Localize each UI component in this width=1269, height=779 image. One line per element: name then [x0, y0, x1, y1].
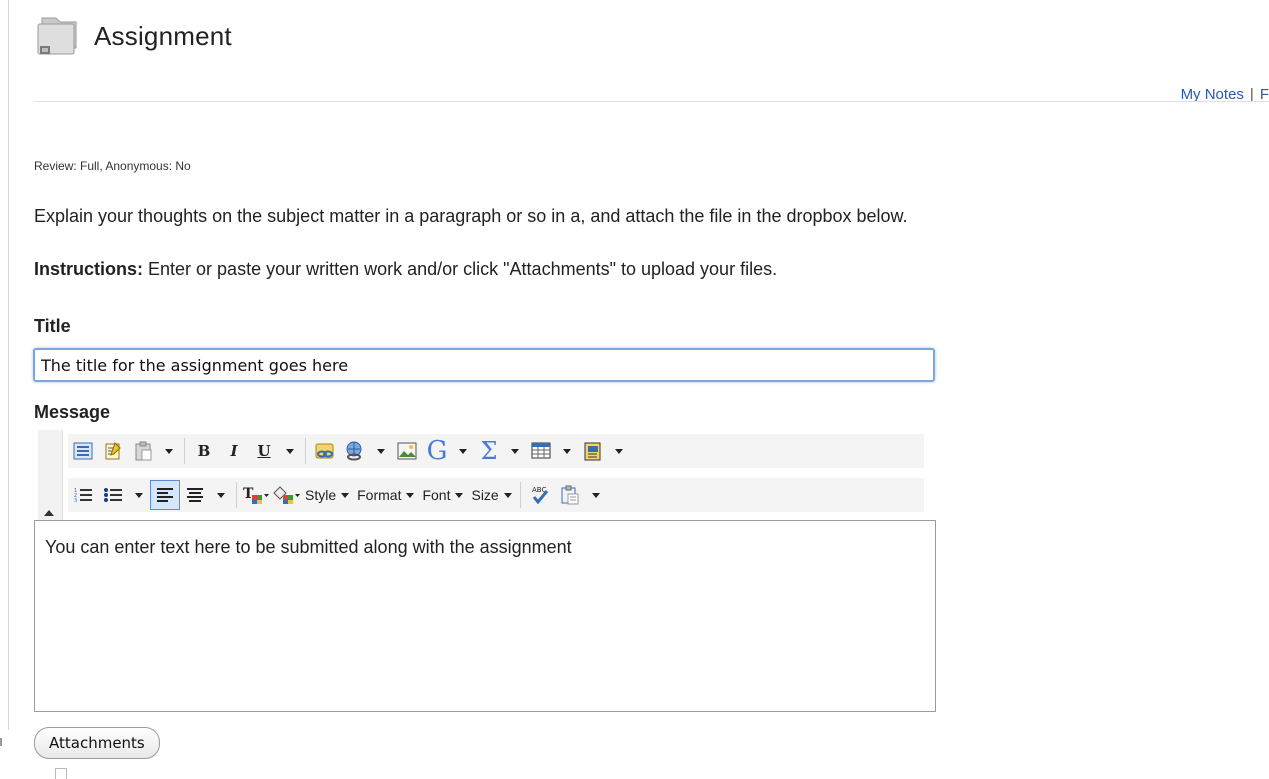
- table-icon[interactable]: [526, 436, 556, 466]
- paste-word-icon[interactable]: [555, 480, 585, 510]
- toolbar-separator: [236, 482, 237, 508]
- underline-button[interactable]: U: [249, 436, 279, 466]
- more-dropdown[interactable]: [585, 480, 607, 510]
- instructions-text: Enter or paste your written work and/or …: [143, 259, 778, 279]
- bold-button[interactable]: B: [189, 436, 219, 466]
- numbered-list-icon[interactable]: 123: [68, 480, 98, 510]
- text-style-dropdown[interactable]: [279, 436, 301, 466]
- toolbar-separator: [519, 482, 521, 508]
- assignment-description: Explain your thoughts on the subject mat…: [34, 206, 908, 226]
- format-label: Format: [357, 487, 402, 503]
- header-divider: [34, 101, 1269, 102]
- left-border: [8, 0, 9, 730]
- format-dropdown[interactable]: Format: [353, 480, 418, 510]
- assignment-instructions: Instructions: Enter or paste your writte…: [34, 259, 777, 280]
- size-label: Size: [471, 487, 499, 503]
- spellcheck-icon[interactable]: ABC: [525, 480, 555, 510]
- toolbar-row-2: 123 T Style Format Font Size ABC: [68, 478, 924, 512]
- message-editor-body[interactable]: You can enter text here to be submitted …: [34, 520, 936, 712]
- link-dropdown[interactable]: [370, 436, 392, 466]
- google-dropdown[interactable]: [452, 436, 474, 466]
- bottom-file-icon: [55, 768, 67, 779]
- italic-button[interactable]: I: [219, 436, 249, 466]
- bullet-list-icon[interactable]: [98, 480, 128, 510]
- toolbar-separator: [305, 438, 306, 464]
- collapse-arrow-icon: [44, 510, 54, 516]
- page-header: Assignment: [34, 12, 232, 60]
- style-label: Style: [305, 487, 337, 503]
- attachments-button[interactable]: Attachments: [34, 727, 160, 759]
- toolbar-separator: [184, 438, 185, 464]
- page-title: Assignment: [94, 20, 232, 51]
- style-dropdown[interactable]: Style: [301, 480, 353, 510]
- instructions-label: Instructions:: [34, 259, 144, 279]
- review-info: Review: Full, Anonymous: No: [34, 159, 191, 173]
- title-input[interactable]: [33, 348, 935, 382]
- web-link-icon[interactable]: [340, 436, 370, 466]
- message-label: Message: [34, 402, 111, 422]
- google-icon[interactable]: G: [422, 436, 452, 466]
- font-label: Font: [422, 487, 451, 503]
- template-icon[interactable]: [578, 436, 608, 466]
- left-scroll-stub: [0, 738, 8, 746]
- link-icon[interactable]: [310, 436, 340, 466]
- table-dropdown[interactable]: [556, 436, 578, 466]
- background-color-icon[interactable]: [271, 480, 301, 510]
- paste-text-icon[interactable]: [98, 436, 128, 466]
- folder-icon: [34, 12, 82, 60]
- align-left-button[interactable]: [150, 480, 180, 510]
- align-dropdown[interactable]: [210, 480, 232, 510]
- align-center-icon[interactable]: [180, 480, 210, 510]
- editor-toolbar: B I U G Σ 1 2 3 T Style Format Font Size…: [34, 430, 936, 520]
- text-color-icon[interactable]: T: [241, 480, 271, 510]
- size-dropdown[interactable]: Size: [467, 480, 515, 510]
- list-dropdown[interactable]: [128, 480, 150, 510]
- equation-dropdown[interactable]: [504, 436, 526, 466]
- svg-text:3: 3: [74, 498, 77, 504]
- source-view-icon[interactable]: [68, 436, 98, 466]
- toolbar-collapse-button[interactable]: [38, 430, 63, 520]
- template-dropdown[interactable]: [608, 436, 630, 466]
- toolbar-row-1: B I U G Σ: [68, 434, 924, 468]
- paste-dropdown[interactable]: [158, 436, 180, 466]
- font-dropdown[interactable]: Font: [418, 480, 467, 510]
- equation-icon[interactable]: Σ: [474, 436, 504, 466]
- image-icon[interactable]: [392, 436, 422, 466]
- rich-text-editor: B I U G Σ 1 2 3 T Style Format Font Size…: [34, 430, 936, 712]
- title-label: Title: [34, 316, 71, 336]
- paste-icon[interactable]: [128, 436, 158, 466]
